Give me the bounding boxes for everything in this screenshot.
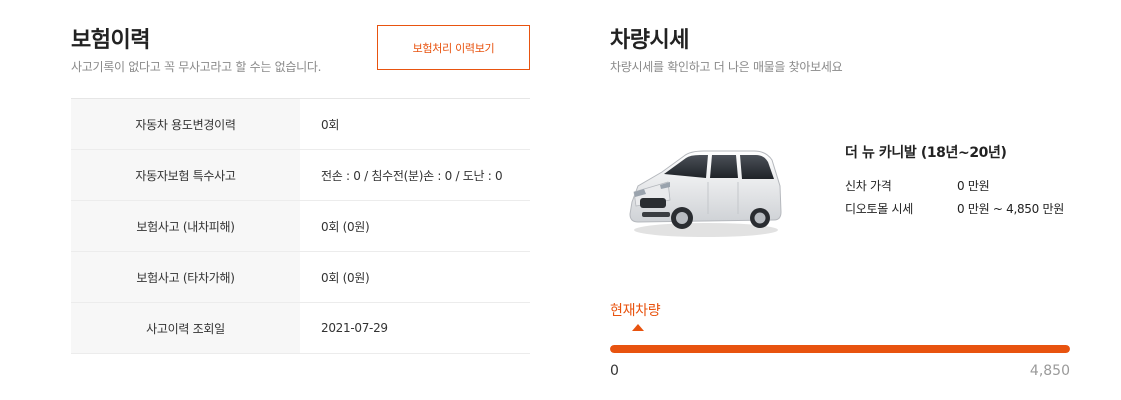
row-value: 전손 : 0 / 침수전(분)손 : 0 / 도난 : 0 bbox=[321, 168, 503, 183]
table-row: 사고이력 조회일 2021-07-29 bbox=[71, 303, 530, 354]
market-price-subtitle: 차량시세를 확인하고 더 나은 매물을 찾아보세요 bbox=[610, 60, 843, 74]
row-label: 자동자보험 특수사고 bbox=[71, 150, 300, 200]
insurance-history-title: 보험이력 bbox=[71, 28, 150, 53]
car-info: 더 뉴 카니발 (18년~20년) 신차 가격 0 만원 디오토몰 시세 0 만… bbox=[845, 142, 1075, 220]
row-label: 자동차 용도변경이력 bbox=[71, 99, 300, 149]
market-price-value: 0 만원 ~ 4,850 만원 bbox=[957, 202, 1064, 216]
table-row: 보험사고 (타차가해) 0회 (0원) bbox=[71, 252, 530, 303]
insurance-history-table: 자동차 용도변경이력 0회 자동자보험 특수사고 전손 : 0 / 침수전(분)… bbox=[71, 98, 530, 354]
car-image bbox=[629, 150, 782, 237]
view-insurance-history-button[interactable]: 보험처리 이력보기 bbox=[377, 25, 530, 70]
car-name: 더 뉴 카니발 (18년~20년) bbox=[845, 145, 1007, 161]
new-price-value: 0 만원 bbox=[957, 179, 990, 193]
price-range-bar bbox=[610, 345, 1070, 353]
price-range-min: 0 bbox=[610, 363, 619, 379]
current-vehicle-label: 현재차량 bbox=[610, 303, 661, 319]
insurance-history-subtitle: 사고기록이 없다고 꼭 무사고라고 할 수는 없습니다. bbox=[71, 60, 322, 74]
price-range-fill bbox=[610, 345, 1070, 353]
row-value: 0회 (0원) bbox=[321, 219, 370, 234]
table-row: 자동차 용도변경이력 0회 bbox=[71, 99, 530, 150]
row-value: 0회 (0원) bbox=[321, 270, 370, 285]
row-label: 보험사고 (내차피해) bbox=[71, 201, 300, 251]
row-label: 사고이력 조회일 bbox=[71, 303, 300, 353]
market-price-row: 디오토몰 시세 0 만원 ~ 4,850 만원 bbox=[845, 197, 1075, 220]
row-value: 0회 bbox=[321, 117, 340, 132]
market-price-label: 디오토몰 시세 bbox=[845, 202, 913, 216]
new-price-label: 신차 가격 bbox=[845, 179, 892, 193]
current-position-marker-icon bbox=[632, 324, 644, 331]
table-row: 보험사고 (내차피해) 0회 (0원) bbox=[71, 201, 530, 252]
new-price-row: 신차 가격 0 만원 bbox=[845, 174, 1075, 197]
row-value: 2021-07-29 bbox=[321, 321, 388, 335]
market-price-title: 차량시세 bbox=[610, 28, 689, 53]
row-label: 보험사고 (타차가해) bbox=[71, 252, 300, 302]
table-row: 자동자보험 특수사고 전손 : 0 / 침수전(분)손 : 0 / 도난 : 0 bbox=[71, 150, 530, 201]
price-range-max: 4,850 bbox=[1029, 363, 1070, 379]
